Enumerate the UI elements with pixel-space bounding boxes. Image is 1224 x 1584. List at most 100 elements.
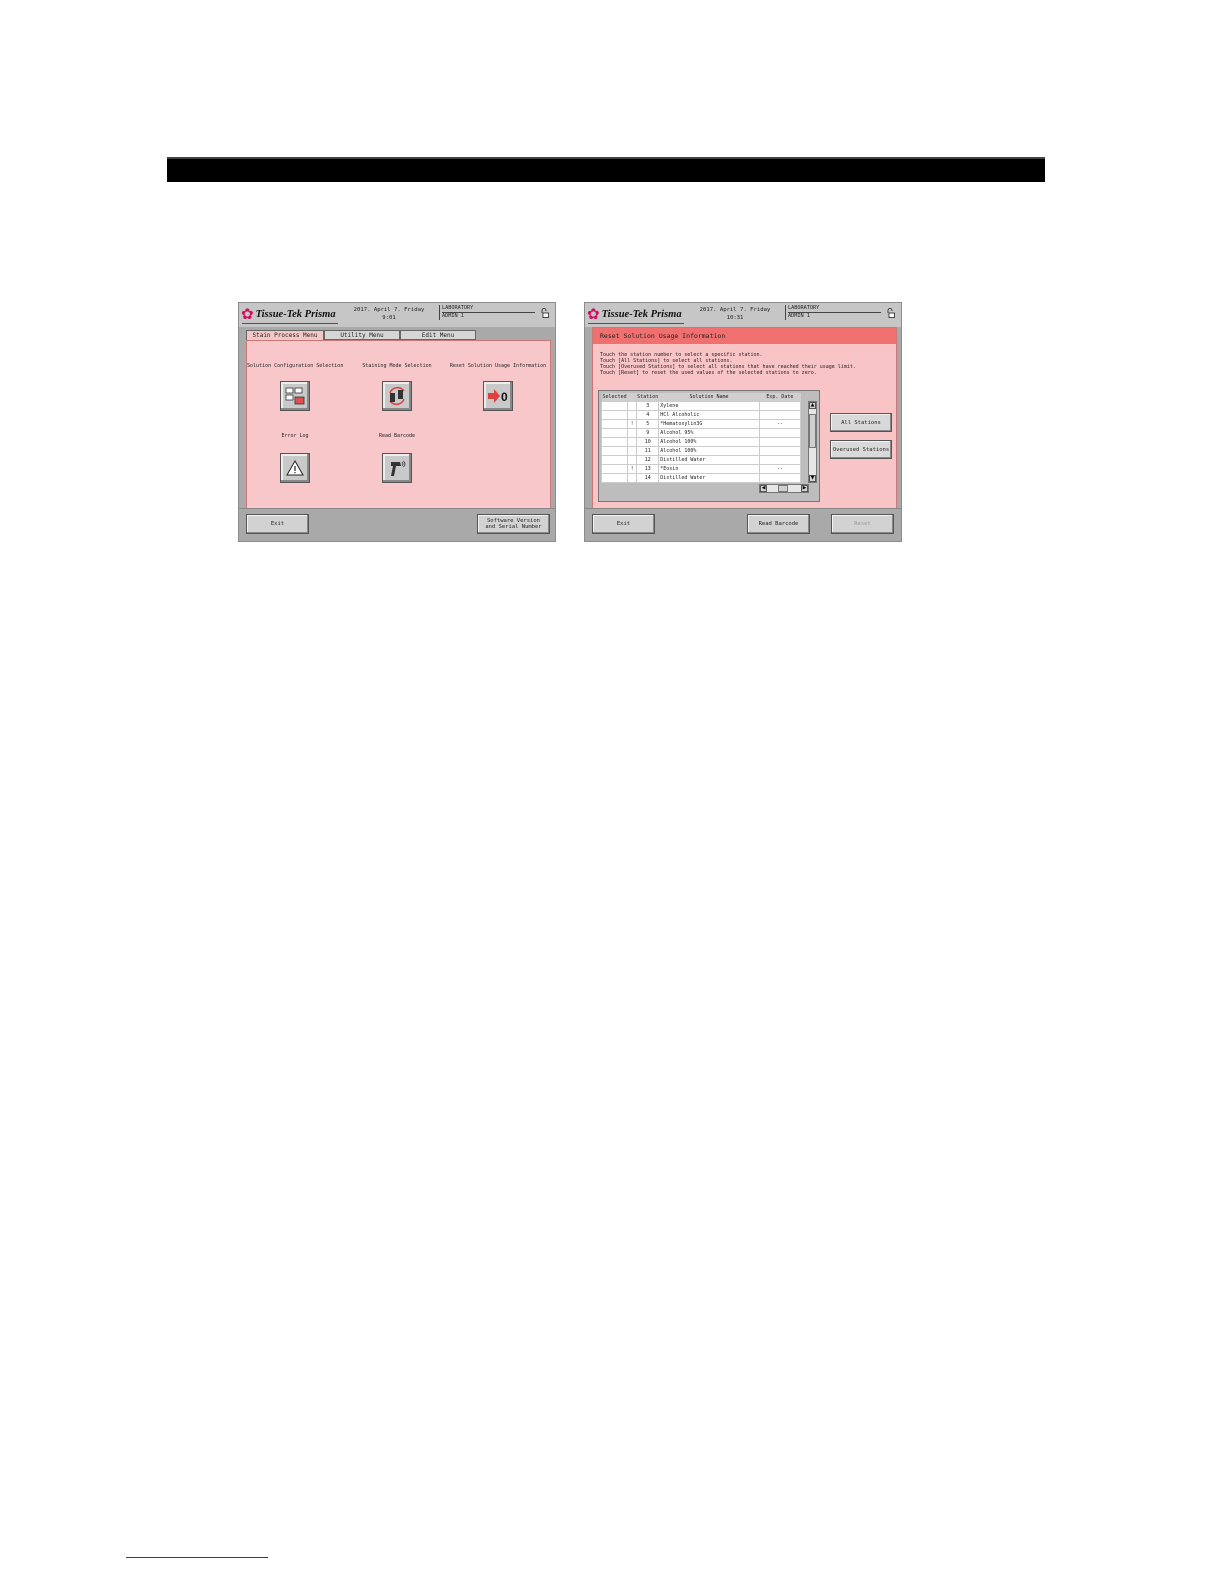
cell-selected [600,428,629,438]
table-row[interactable]: ! 13 *Eosin -- [600,464,802,474]
cell-exp: -- [758,419,802,429]
horizontal-scrollbar[interactable]: ◀ ▶ [759,484,809,493]
cell-mark [627,410,638,420]
warning-icon [286,459,304,476]
reset-usage-button[interactable]: 0 [483,381,513,411]
footer-bar: Exit Read Barcode Reset [585,508,901,541]
cell-name: Distilled Water [658,473,760,483]
station-table-box: Selected Station Solution Name Exp. Date… [598,390,820,502]
col-selected: Selected [601,393,628,402]
cell-mark: ! [627,464,638,474]
cell-mark [627,437,638,447]
footer-bar: Exit Software Version and Serial Number [239,508,555,541]
cell-station[interactable]: 9 [636,428,660,438]
reset-usage-icon: 0 [488,389,508,404]
solution-config-button[interactable] [280,381,310,411]
scroll-left-icon[interactable]: ◀ [760,485,767,492]
cell-station[interactable]: 12 [636,455,660,465]
scroll-up-icon[interactable]: ▲ [809,402,816,409]
error-log-label: Error Log [281,433,309,439]
cell-exp [758,437,802,447]
unlock-icon[interactable] [887,308,895,318]
cell-station[interactable]: 10 [636,437,660,447]
cell-name: Distilled Water [658,455,760,465]
cell-exp: -- [758,464,802,474]
staining-mode-label: Staining Mode Selection [362,363,432,369]
cell-station[interactable]: 13 [636,464,660,474]
reset-usage-screenshot: ✿ Tissue-Tek Prisma 2017. April 7. Frida… [584,302,902,542]
cell-name: Alcohol 100% [658,446,760,456]
table-row[interactable]: 12 Distilled Water [600,455,802,465]
scroll-thumb[interactable] [809,414,816,448]
cell-mark [627,401,638,411]
cell-station[interactable]: 14 [636,473,660,483]
brand-logo: ✿ Tissue-Tek Prisma [587,306,682,322]
cell-mark [627,455,638,465]
cell-station[interactable]: 4 [636,410,660,420]
lab-name: LABORATORY [788,305,881,313]
overused-stations-button[interactable]: Overused Stations [830,440,892,459]
software-version-button[interactable]: Software Version and Serial Number [477,514,550,534]
date-text: 2017. April 7. Friday [699,307,771,313]
lab-name: LABORATORY [442,305,535,313]
cell-name: *Hematoxylin3G [658,419,760,429]
header-bar: ✿ Tissue-Tek Prisma 2017. April 7. Frida… [585,303,901,327]
tab-utility-menu[interactable]: Utility Menu [324,330,400,340]
table-row[interactable]: 10 Alcohol 100% [600,437,802,447]
cell-name: *Eosin [658,464,760,474]
all-stations-button[interactable]: All Stations [830,413,892,432]
vertical-scrollbar[interactable]: ▲ ▼ [808,401,817,483]
cell-mark [627,428,638,438]
reset-button: Reset [831,514,894,534]
scroll-right-icon[interactable]: ▶ [801,485,808,492]
cell-selected [600,401,629,411]
header-bar: ✿ Tissue-Tek Prisma 2017. April 7. Frida… [239,303,555,327]
cell-mark [627,446,638,456]
solution-config-label: Solution Configuration Selection [247,363,344,369]
brand-name: Tissue-Tek Prisma [255,308,336,320]
station-table: Selected Station Solution Name Exp. Date… [600,393,802,483]
cell-exp [758,428,802,438]
staining-mode-button[interactable] [382,381,412,411]
table-row[interactable]: 11 Alcohol 100% [600,446,802,456]
table-row[interactable]: 14 Distilled Water [600,473,802,483]
table-row[interactable]: 9 Alcohol 95% [600,428,802,438]
brand-name: Tissue-Tek Prisma [601,308,682,320]
unlock-icon[interactable] [541,308,549,318]
col-station: Station [636,393,659,402]
cell-station[interactable]: 3 [636,401,660,411]
date-time: 2017. April 7. Friday 10:31 [697,306,773,322]
flower-logo-icon: ✿ [587,305,600,323]
cell-selected [600,455,629,465]
cell-exp [758,410,802,420]
read-barcode-button[interactable] [382,453,412,483]
tab-edit-menu[interactable]: Edit Menu [400,330,476,340]
svg-text:0: 0 [501,390,508,404]
cell-selected [600,437,629,447]
cell-exp [758,446,802,456]
cell-selected [600,446,629,456]
cell-name: HCl Alcoholic [658,410,760,420]
cell-station[interactable]: 5 [636,419,660,429]
date-time: 2017. April 7. Friday 9:01 [351,306,427,322]
tab-stain-process-menu[interactable]: Stain Process Menu [246,330,324,340]
user-info: LABORATORY ADMIN 1 [439,305,535,320]
scroll-thumb[interactable] [778,485,788,492]
exit-button[interactable]: Exit [246,514,309,534]
table-row[interactable]: ! 5 *Hematoxylin3G -- [600,419,802,429]
main-menu-screenshot: ✿ Tissue-Tek Prisma 2017. April 7. Frida… [238,302,556,542]
user-info: LABORATORY ADMIN 1 [785,305,881,320]
exit-button[interactable]: Exit [592,514,655,534]
instructions: Touch the station number to select a spe… [600,352,856,376]
cell-station[interactable]: 11 [636,446,660,456]
flower-logo-icon: ✿ [241,305,254,323]
read-barcode-button[interactable]: Read Barcode [747,514,810,534]
table-row[interactable]: 4 HCl Alcoholic [600,410,802,420]
footnote-rule [126,1557,268,1558]
panel-title: Reset Solution Usage Information [593,328,896,344]
time-text: 9:01 [382,315,396,321]
error-log-button[interactable] [280,453,310,483]
menu-panel: Solution Configuration Selection Stainin… [246,340,551,510]
table-row[interactable]: 3 Xylene [600,401,802,411]
scroll-down-icon[interactable]: ▼ [809,475,816,482]
